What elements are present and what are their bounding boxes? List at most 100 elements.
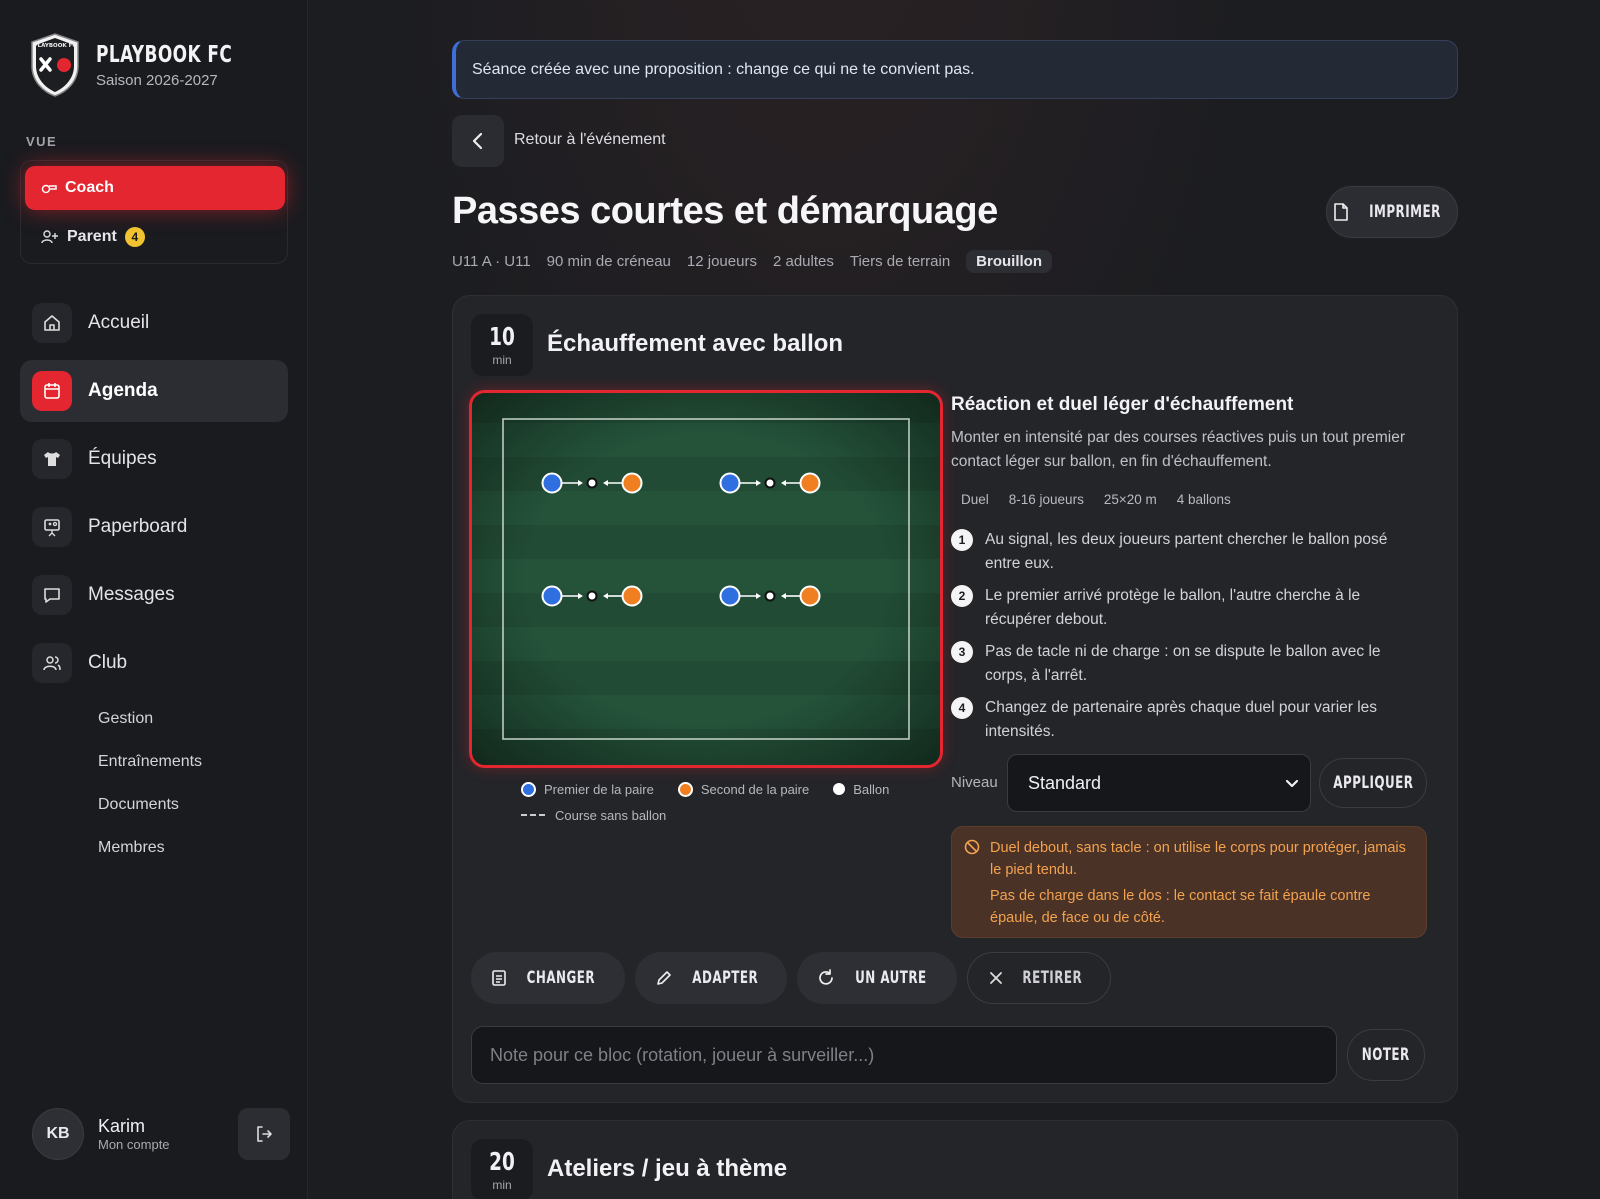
exercise-title: Réaction et duel léger d'échauffement: [951, 394, 1294, 415]
shirt-icon: [32, 439, 72, 479]
legend-first: Premier de la paire: [544, 781, 654, 797]
note-button[interactable]: NOTER: [1347, 1029, 1425, 1081]
home-icon: [32, 303, 72, 343]
another-label: UN AUTRE: [855, 968, 927, 988]
subnav-membres[interactable]: Membres: [98, 839, 202, 882]
nav-item-equipes[interactable]: Équipes: [20, 428, 288, 490]
remove-label: RETIRER: [1022, 968, 1082, 988]
role-coach-label: Coach: [65, 179, 114, 196]
pitch-diagram[interactable]: [469, 390, 943, 768]
duration-value: 20: [489, 1147, 515, 1176]
exercise-description: Monter en intensité par des courses réac…: [951, 429, 1406, 470]
chat-icon: [32, 575, 72, 615]
another-button[interactable]: UN AUTRE: [797, 952, 957, 1004]
step-number: 3: [951, 641, 973, 663]
pencil-icon: [656, 971, 671, 985]
status-badge: Brouillon: [966, 250, 1052, 273]
user-account[interactable]: KB Karim Mon compte: [32, 1108, 170, 1160]
nav-item-club[interactable]: Club: [20, 632, 288, 694]
info-banner: Séance créée avec une proposition : chan…: [452, 40, 1458, 99]
step-number: 4: [951, 697, 973, 719]
subnav-documents[interactable]: Documents: [98, 796, 202, 839]
nav-item-agenda[interactable]: Agenda: [20, 360, 288, 422]
step-text: Changez de partenaire après chaque duel …: [985, 699, 1378, 740]
meta-adults: 2 adultes: [772, 253, 834, 270]
club-crest-icon: PLAYBOOK FC: [31, 33, 79, 97]
exercise-steps: 1 Au signal, les deux joueurs partent ch…: [951, 528, 1421, 752]
pitch-legend: Premier de la paire Second de la paire B…: [521, 776, 889, 828]
sidebar: PLAYBOOK FC PLAYBOOK FC Saison 2026-2027…: [0, 0, 308, 1199]
duration-box: 20 min: [471, 1139, 533, 1199]
block-note-input[interactable]: [471, 1026, 1337, 1084]
meta-team: U11 A · U11: [452, 253, 531, 270]
duration-box: 10 min: [471, 314, 533, 376]
step-item: 3 Pas de tacle ni de charge : on se disp…: [951, 640, 1421, 688]
role-coach[interactable]: Coach: [25, 166, 285, 210]
main-content: Séance créée avec une proposition : chan…: [308, 0, 1600, 1199]
user-name: Karim: [98, 1116, 146, 1136]
session-meta: U11 A · U11 90 min de créneau 12 joueurs…: [452, 250, 1052, 273]
role-parent[interactable]: Parent 4: [25, 215, 285, 259]
warning-text: Pas de charge dans le dos : le contact s…: [990, 888, 1371, 926]
role-parent-label: Parent: [67, 228, 117, 245]
page-title: Passes courtes et démarquage: [452, 190, 998, 232]
meta-slot: 90 min de créneau: [546, 253, 671, 270]
remove-button[interactable]: RETIRER: [966, 952, 1112, 1004]
svg-text:PLAYBOOK FC: PLAYBOOK FC: [34, 43, 77, 49]
legend-ball: Ballon: [853, 781, 890, 797]
step-item: 1 Au signal, les deux joueurs partent ch…: [951, 528, 1421, 576]
prohibited-icon: [964, 839, 980, 855]
whistle-icon: [41, 184, 57, 194]
print-button[interactable]: IMPRIMER: [1326, 186, 1458, 238]
nav-item-accueil[interactable]: Accueil: [20, 292, 288, 354]
calendar-icon: [32, 371, 72, 411]
avatar: KB: [32, 1108, 84, 1160]
step-number: 2: [951, 585, 973, 607]
tag: 4 ballons: [1176, 492, 1231, 507]
exercise-tags: Duel 8-16 joueurs 25×20 m 4 ballons: [951, 486, 1241, 513]
dashed-line-icon: [521, 814, 547, 816]
session-block-2: 20 min Ateliers / jeu à thème: [452, 1120, 1458, 1199]
chevron-down-icon: [1285, 779, 1299, 788]
level-select[interactable]: Standard: [1007, 754, 1311, 812]
back-button[interactable]: [452, 115, 504, 167]
brand[interactable]: PLAYBOOK FC PLAYBOOK FC Saison 2026-2027: [28, 32, 262, 98]
notification-badge: 4: [124, 227, 145, 247]
adapt-button[interactable]: ADAPTER: [634, 952, 788, 1004]
subnav-gestion[interactable]: Gestion: [98, 710, 202, 753]
legend-run: Course sans ballon: [555, 807, 667, 823]
nav-item-messages[interactable]: Messages: [20, 564, 288, 626]
document-icon: [1334, 203, 1348, 221]
view-label: VUE: [26, 134, 58, 149]
role-switcher: Coach Parent 4: [20, 160, 288, 264]
apply-label: APPLIQUER: [1332, 773, 1414, 793]
ball-dot: [833, 783, 846, 795]
step-text: Pas de tacle ni de charge : on se disput…: [985, 643, 1381, 684]
block-title: Échauffement avec ballon: [547, 330, 844, 357]
user-plus-icon: [41, 230, 58, 244]
subnav-entrainements[interactable]: Entraînements: [98, 753, 202, 796]
close-icon: [989, 972, 1002, 984]
list-doc-icon: [492, 970, 506, 986]
change-button[interactable]: CHANGER: [471, 952, 625, 1004]
chevron-left-icon: [472, 132, 483, 150]
nav-item-paperboard[interactable]: Paperboard: [20, 496, 288, 558]
tag: Duel: [961, 492, 989, 507]
back-link[interactable]: Retour à l'événement: [514, 131, 666, 149]
warning-text: Duel debout, sans tacle : on utilise le …: [990, 840, 1406, 878]
tag: 25×20 m: [1103, 492, 1157, 507]
note-label: NOTER: [1362, 1045, 1410, 1065]
tag: 8-16 joueurs: [1008, 492, 1084, 507]
orange-player-dot: [677, 781, 693, 797]
block-actions: CHANGER ADAPTER UN AUTRE RETIRER: [471, 952, 1112, 1004]
nav-label: Messages: [88, 584, 175, 605]
logout-button[interactable]: [238, 1108, 290, 1160]
pitch-svg: [472, 393, 940, 765]
duration-value: 10: [489, 322, 515, 351]
apply-button[interactable]: APPLIQUER: [1319, 758, 1427, 808]
duration-unit: min: [492, 353, 512, 367]
step-item: 4 Changez de partenaire après chaque due…: [951, 696, 1421, 744]
print-label: IMPRIMER: [1369, 202, 1441, 222]
meta-field: Tiers de terrain: [849, 253, 951, 270]
block-title: Ateliers / jeu à thème: [547, 1155, 788, 1182]
